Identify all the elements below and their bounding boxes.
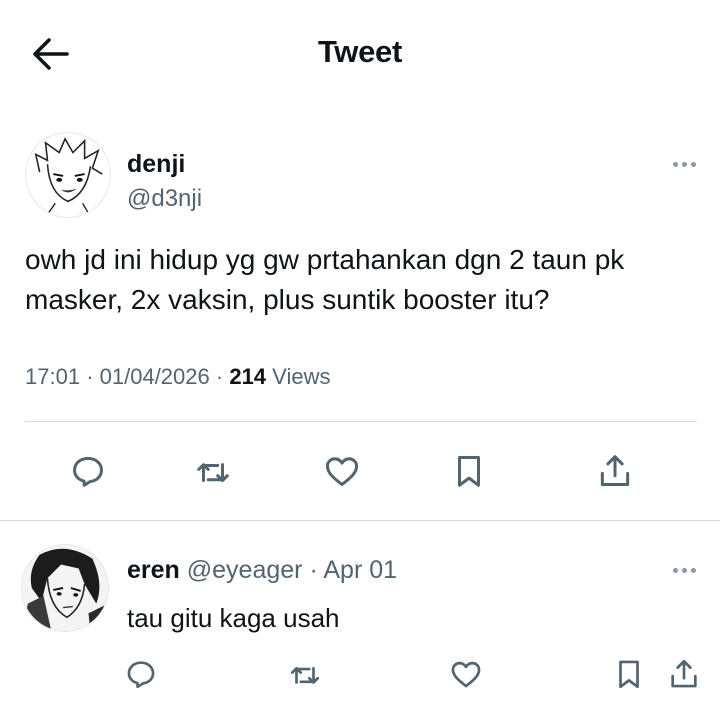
more-dot-icon <box>672 161 678 167</box>
reply-retweet-button[interactable] <box>283 652 327 696</box>
bookmark-icon <box>457 456 481 487</box>
reply-reply-button[interactable] <box>119 652 163 696</box>
meta-separator: · <box>86 364 94 389</box>
share-icon <box>671 659 697 688</box>
reply-bookmark-button[interactable] <box>607 652 651 696</box>
tweet-date[interactable]: 01/04/2026 <box>100 364 210 389</box>
more-dot-icon <box>681 567 687 573</box>
reply-share-button[interactable] <box>662 652 706 696</box>
author-handle[interactable]: @d3nji <box>127 185 202 213</box>
meta-separator: · <box>215 364 224 389</box>
divider <box>25 421 697 422</box>
reply-header: eren @eyeager · Apr 01 <box>127 556 397 585</box>
like-icon <box>325 457 359 486</box>
page-title: Tweet <box>317 34 403 69</box>
more-dot-icon <box>690 161 696 167</box>
tweet-time[interactable]: 17:01 <box>25 364 80 389</box>
reply-icon <box>127 661 155 689</box>
avatar[interactable] <box>25 132 111 218</box>
more-dot-icon <box>672 567 678 573</box>
avatar-image <box>26 133 110 217</box>
retweet-icon <box>290 666 320 684</box>
tweet-text: owh jd ini hidup yg gw prtahankan dgn 2 … <box>25 244 625 315</box>
reply-text: tau gitu kaga usah <box>127 603 340 633</box>
share-icon <box>600 455 630 486</box>
views-count: 214 <box>229 364 267 389</box>
more-dot-icon <box>690 567 696 573</box>
reply-separator: · <box>309 556 318 584</box>
avatar-image <box>22 545 108 631</box>
tweet-meta: 17:01 · 01/04/2026 · 214 Views <box>25 364 330 390</box>
reply-author-handle[interactable]: @eyeager <box>187 556 303 584</box>
retweet-icon <box>197 463 229 483</box>
divider <box>0 520 720 521</box>
author-name[interactable]: denji <box>127 150 185 179</box>
more-dot-icon <box>681 161 687 167</box>
share-button[interactable] <box>593 449 637 493</box>
reply-author-name[interactable]: eren <box>127 556 180 584</box>
like-icon <box>451 661 481 688</box>
bookmark-icon <box>619 660 639 689</box>
reply-date[interactable]: Apr 01 <box>323 556 397 584</box>
views-label: Views <box>272 364 331 389</box>
reply-icon <box>73 456 103 487</box>
header-bar: Tweet <box>0 0 720 104</box>
reply-button[interactable] <box>66 449 110 493</box>
more-options-button[interactable] <box>668 154 700 174</box>
like-button[interactable] <box>320 449 364 493</box>
bookmark-button[interactable] <box>447 449 491 493</box>
reply-more-options-button[interactable] <box>668 560 700 580</box>
retweet-button[interactable] <box>191 449 235 493</box>
avatar[interactable] <box>21 544 109 632</box>
reply-like-button[interactable] <box>444 652 488 696</box>
